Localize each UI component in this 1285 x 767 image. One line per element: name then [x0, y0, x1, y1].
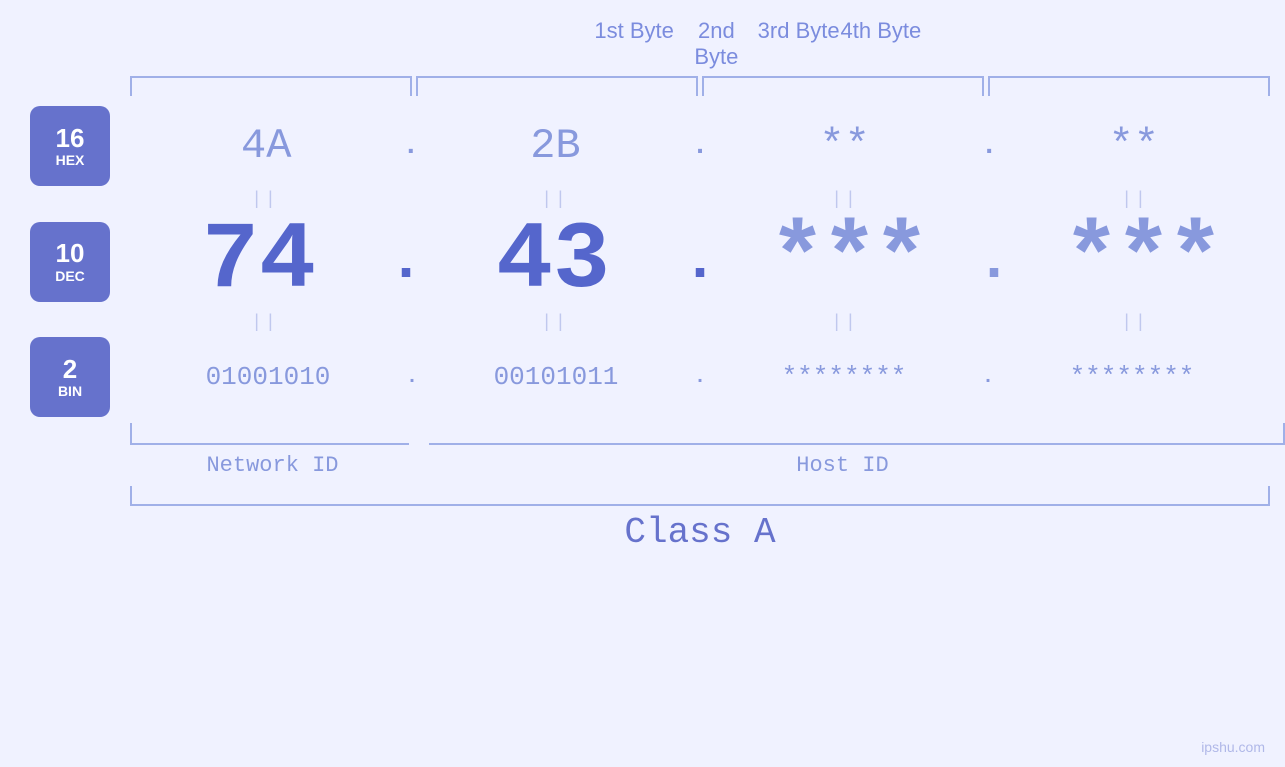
bin-dot-3: . [982, 366, 994, 389]
bin-badge-number: 2 [63, 355, 77, 384]
main-container: 1st Byte 2nd Byte 3rd Byte 4th Byte 16 H… [0, 0, 1285, 767]
bin-dot-2: . [694, 366, 706, 389]
hex-dot-1: . [402, 131, 419, 162]
bracket-bottom-host [429, 423, 1285, 445]
hex-badge: 16 HEX [30, 106, 110, 186]
byte-header-4: 4th Byte [840, 18, 922, 70]
hex-val-2: 2B [530, 122, 580, 170]
sep2-4: || [1121, 313, 1149, 333]
dec-badge-number: 10 [56, 239, 85, 268]
byte-header-2: 2nd Byte [675, 18, 757, 70]
hex-badge-label: HEX [56, 152, 85, 168]
bin-badge: 2 BIN [30, 337, 110, 417]
dec-val-4: *** [1063, 207, 1219, 315]
hex-dot-2: . [692, 131, 709, 162]
bracket-top-1 [130, 76, 412, 96]
network-id-label: Network ID [206, 453, 338, 478]
bracket-bottom-big [130, 486, 1270, 506]
hex-val-1: 4A [241, 122, 291, 170]
hex-val-4: ** [1109, 122, 1159, 170]
host-id-label: Host ID [796, 453, 888, 478]
bin-dot-1: . [406, 366, 418, 389]
bracket-bottom-network [130, 423, 409, 445]
watermark: ipshu.com [1201, 739, 1265, 755]
hex-badge-number: 16 [56, 124, 85, 153]
bracket-top-4 [988, 76, 1270, 96]
bin-val-3: ******** [782, 362, 907, 392]
bracket-top-2 [416, 76, 698, 96]
dec-dot-3: . [976, 232, 1012, 292]
class-label: Class A [624, 512, 775, 553]
sep2-2: || [541, 313, 569, 333]
bin-badge-label: BIN [58, 383, 82, 399]
hex-val-3: ** [819, 122, 869, 170]
byte-header-1: 1st Byte [593, 18, 675, 70]
bin-val-4: ******** [1070, 362, 1195, 392]
sep2-3: || [831, 313, 859, 333]
hex-dot-3: . [981, 131, 998, 162]
byte-header-3: 3rd Byte [758, 18, 840, 70]
dec-dot-2: . [682, 232, 718, 292]
bin-val-2: 00101011 [494, 362, 619, 392]
bin-val-1: 01001010 [206, 362, 331, 392]
dec-badge-label: DEC [55, 268, 85, 284]
bracket-top-3 [702, 76, 984, 96]
sep2-1: || [251, 313, 279, 333]
dec-val-1: 74 [202, 207, 316, 315]
dec-val-3: *** [769, 207, 925, 315]
dec-dot-1: . [388, 232, 424, 292]
dec-val-2: 43 [496, 207, 610, 315]
dec-badge: 10 DEC [30, 222, 110, 302]
